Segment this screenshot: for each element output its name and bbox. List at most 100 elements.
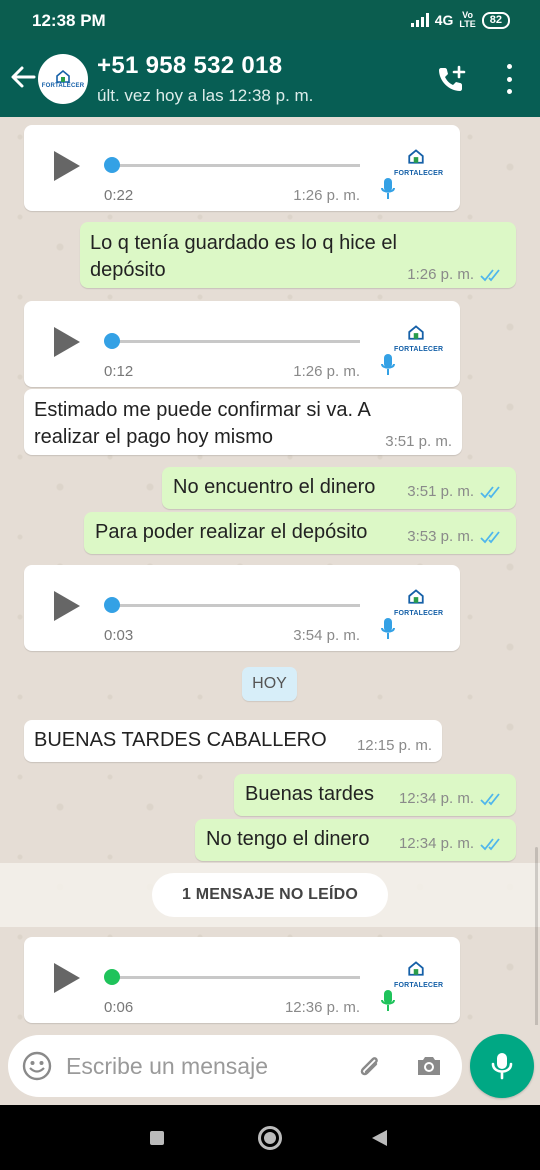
play-icon[interactable] (54, 327, 80, 357)
message-text: Buenas tardes (245, 783, 374, 805)
outgoing-message: Buenas tardes 12:34 p. m. (234, 774, 516, 816)
message-time: 12:34 p. m. (398, 835, 474, 852)
message-time: 3:51 p. m. (385, 433, 452, 450)
audio-duration: 0:12 (104, 363, 134, 380)
message-placeholder: Escribe un mensaje (66, 1053, 268, 1079)
chat-header: FORTALECER +51 958 532 018 últ. vez hoy … (0, 40, 540, 117)
menu-dots-icon[interactable] (496, 64, 522, 94)
house-logo-icon (408, 961, 424, 976)
message-text: No tengo el dinero (206, 828, 370, 850)
double-tick-icon (480, 530, 500, 543)
system-back-button[interactable] (372, 1130, 387, 1146)
sender-logo: FORTALECER (394, 587, 443, 617)
voice-message: 0:22 1:26 p. m. FORTALECER (24, 125, 460, 211)
mic-icon (491, 1053, 513, 1080)
last-seen: últ. vez hoy a las 12:38 p. m. (97, 86, 314, 105)
network-type: 4G (434, 12, 454, 28)
house-logo-icon (408, 149, 424, 164)
scrollbar[interactable] (535, 847, 538, 1025)
message-time: 12:34 p. m. (398, 790, 474, 807)
play-icon[interactable] (54, 963, 80, 993)
outgoing-message: No tengo el dinero 12:34 p. m. (195, 819, 516, 861)
message-time: 3:51 p. m. (407, 483, 474, 500)
battery-icon: 82 (481, 11, 510, 29)
audio-track[interactable] (112, 164, 360, 167)
voice-message: 0:06 12:36 p. m. FORTALECER (24, 937, 460, 1023)
audio-duration: 0:22 (104, 187, 134, 204)
voice-record-button[interactable] (470, 1034, 534, 1098)
message-time: 1:26 p. m. (407, 266, 474, 283)
status-icons: 4G Vo LTE 82 (410, 10, 510, 29)
audio-duration: 0:03 (104, 627, 134, 644)
incoming-message: BUENAS TARDES CABALLERO 12:15 p. m. (24, 720, 442, 762)
message-time: 1:26 p. m. (293, 363, 360, 380)
chat-area[interactable]: 0:22 1:26 p. m. FORTALECER Lo q tenía gu… (0, 117, 540, 1025)
play-icon[interactable] (54, 591, 80, 621)
attach-icon[interactable] (354, 1051, 384, 1081)
message-time: 12:36 p. m. (284, 999, 360, 1016)
message-text: No encuentro el dinero (173, 476, 376, 498)
contact-name[interactable]: +51 958 532 018 (97, 52, 282, 80)
house-logo-icon (408, 325, 424, 340)
message-input[interactable]: Escribe un mensaje (8, 1035, 462, 1097)
add-call-icon[interactable] (436, 64, 468, 94)
mic-icon (381, 618, 395, 639)
audio-track[interactable] (112, 340, 360, 343)
date-separator: HOY (242, 667, 297, 701)
back-arrow-icon[interactable] (8, 62, 38, 92)
audio-seek-handle[interactable] (104, 597, 120, 613)
house-logo-icon (408, 589, 424, 604)
incoming-message: Estimado me puede confirmar si va. A rea… (24, 389, 462, 455)
double-tick-icon (480, 268, 500, 281)
voice-message: 0:03 3:54 p. m. FORTALECER (24, 565, 460, 651)
message-meta: 3:51 p. m. (407, 483, 504, 500)
sender-logo: FORTALECER (394, 959, 443, 989)
double-tick-icon (480, 837, 500, 850)
double-tick-icon (480, 485, 500, 498)
avatar-text: FORTALECER (41, 83, 85, 89)
recents-button[interactable] (150, 1131, 164, 1145)
mic-icon (381, 990, 395, 1011)
audio-seek-handle[interactable] (104, 157, 120, 173)
audio-duration: 0:06 (104, 999, 134, 1016)
message-text: Lo q tenía guardado es lo q hice el depó… (90, 232, 397, 281)
status-time: 12:38 PM (32, 11, 106, 30)
audio-seek-handle[interactable] (104, 333, 120, 349)
mic-icon (381, 178, 395, 199)
house-logo-icon (56, 69, 70, 83)
message-time: 3:54 p. m. (293, 627, 360, 644)
unread-count-badge: 1 MENSAJE NO LEÍDO (152, 873, 388, 917)
message-text: Estimado me puede confirmar si va. A rea… (34, 399, 370, 448)
message-time: 12:15 p. m. (356, 737, 432, 754)
unread-divider: 1 MENSAJE NO LEÍDO (0, 863, 540, 927)
message-composer: Escribe un mensaje (0, 1025, 540, 1105)
message-meta: 3:53 p. m. (407, 528, 504, 545)
signal-icon (410, 13, 429, 27)
play-icon[interactable] (54, 151, 80, 181)
audio-track[interactable] (112, 604, 360, 607)
message-text: BUENAS TARDES CABALLERO (34, 729, 327, 751)
outgoing-message: No encuentro el dinero 3:51 p. m. (162, 467, 516, 509)
home-button[interactable] (258, 1126, 282, 1150)
voice-message: 0:12 1:26 p. m. FORTALECER (24, 301, 460, 387)
audio-track[interactable] (112, 976, 360, 979)
double-tick-icon (480, 792, 500, 805)
mic-icon (381, 354, 395, 375)
message-time: 1:26 p. m. (293, 187, 360, 204)
emoji-icon[interactable] (22, 1051, 52, 1081)
message-meta: 1:26 p. m. (407, 266, 504, 283)
outgoing-message: Para poder realizar el depósito 3:53 p. … (84, 512, 516, 554)
status-bar: 12:38 PM 4G Vo LTE 82 (0, 0, 540, 40)
message-text: Para poder realizar el depósito (95, 521, 368, 543)
sender-logo: FORTALECER (394, 147, 443, 177)
avatar[interactable]: FORTALECER (38, 54, 88, 104)
outgoing-message: Lo q tenía guardado es lo q hice el depó… (80, 222, 516, 288)
system-nav-bar (0, 1105, 540, 1170)
volte-icon: Vo LTE (459, 10, 476, 29)
audio-seek-handle[interactable] (104, 969, 120, 985)
camera-icon[interactable] (414, 1051, 444, 1081)
sender-logo: FORTALECER (394, 323, 443, 353)
message-meta: 12:34 p. m. (399, 835, 504, 852)
message-meta: 12:34 p. m. (399, 790, 504, 807)
message-time: 3:53 p. m. (407, 528, 474, 545)
